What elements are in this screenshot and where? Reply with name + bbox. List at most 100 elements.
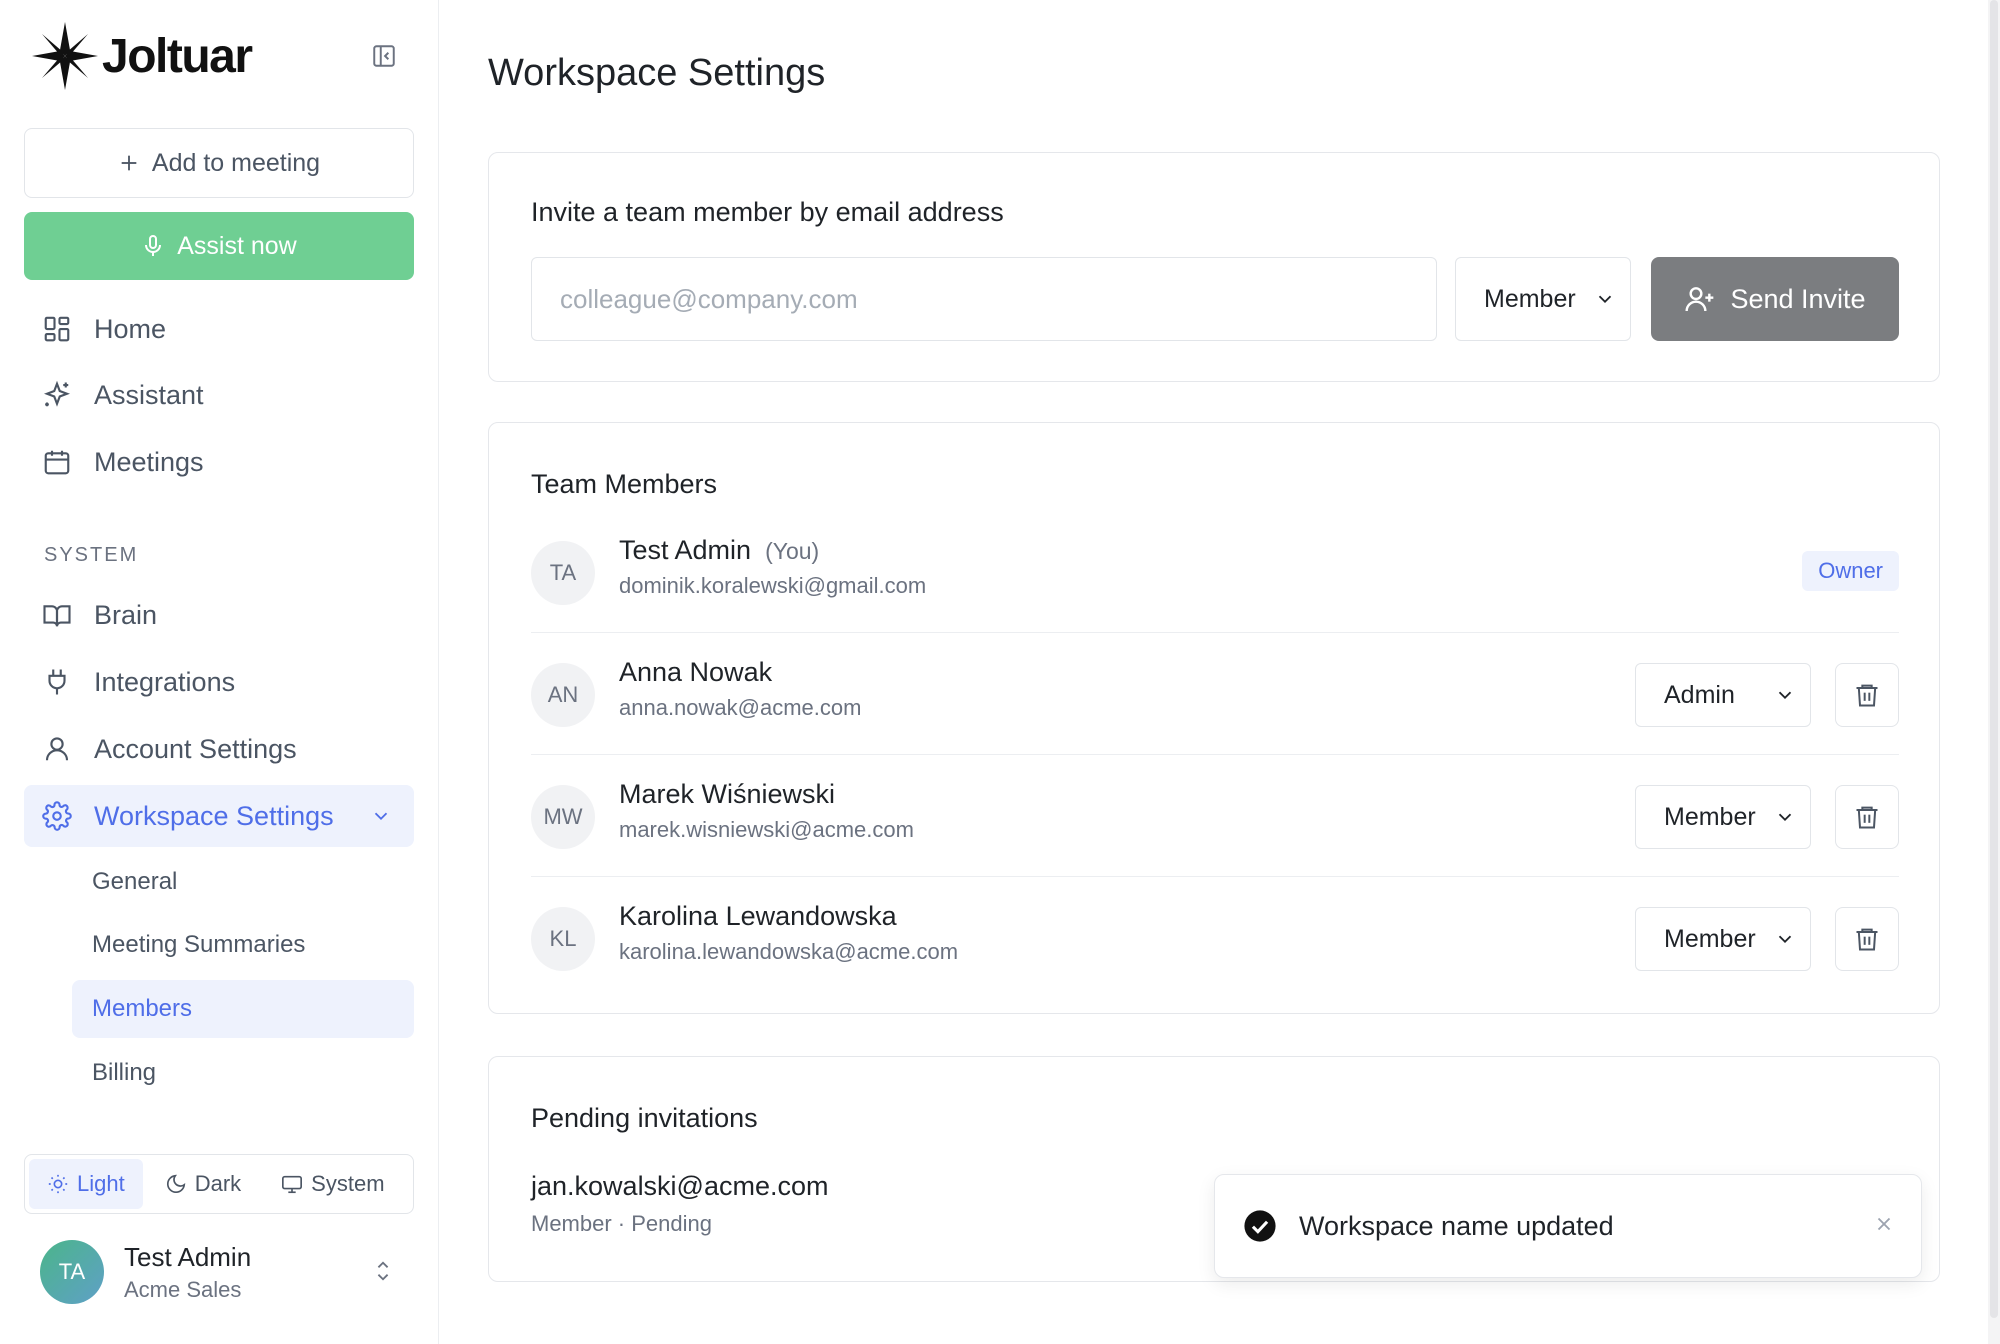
invite-email-input[interactable]	[531, 257, 1437, 341]
team-members-heading: Team Members	[531, 469, 718, 499]
member-role-select[interactable]: Admin	[1635, 663, 1811, 727]
send-invite-button[interactable]: Send Invite	[1651, 257, 1899, 341]
invite-card: Invite a team member by email address Me…	[488, 152, 1940, 382]
member-avatar: TA	[531, 541, 595, 605]
you-label: (You)	[765, 538, 820, 564]
toast-message: Workspace name updated	[1299, 1210, 1614, 1241]
member-email: dominik.koralewski@gmail.com	[619, 573, 927, 598]
scrollbar-thumb[interactable]	[1990, 0, 1998, 1318]
toast-notification: Workspace name updated	[1214, 1174, 1922, 1278]
chevron-down-icon	[374, 812, 388, 821]
panel-collapse-icon	[373, 45, 395, 67]
microphone-icon	[145, 235, 162, 256]
sidebar-subitem-billing[interactable]: Billing	[72, 1044, 414, 1102]
member-name: Test Admin (You)	[619, 535, 819, 566]
table-row: MW Marek Wiśniewski marek.wisniewski@acm…	[531, 755, 1899, 877]
remove-member-button[interactable]	[1835, 785, 1899, 849]
check-circle-icon	[1244, 1210, 1276, 1242]
trash-icon	[1856, 684, 1878, 707]
moon-icon	[166, 1174, 185, 1194]
sidebar-item-account-settings[interactable]: Account Settings	[24, 718, 414, 780]
chevron-down-icon	[1778, 935, 1792, 944]
page-scrollbar[interactable]	[1988, 0, 2000, 1344]
assist-now-button[interactable]: Assist now	[24, 212, 414, 280]
member-avatar: KL	[531, 907, 595, 971]
sidebar-item-home[interactable]: Home	[24, 298, 414, 360]
theme-system-label: System	[311, 1171, 385, 1196]
chevron-down-icon	[1778, 691, 1792, 700]
grid-icon	[44, 316, 70, 342]
invite-role-value: Member	[1484, 284, 1576, 313]
theme-dark-button[interactable]: Dark	[147, 1159, 259, 1209]
sidebar-subitem-general[interactable]: General	[72, 853, 414, 911]
member-name-text: Test Admin	[619, 535, 752, 565]
sidebar-item-brain[interactable]: Brain	[24, 584, 414, 646]
team-members-card: Team Members TA Test Admin (You) dominik.…	[488, 422, 1940, 1014]
section-label-system: SYSTEM	[44, 544, 139, 566]
sidebar-item-label: Brain	[94, 599, 158, 630]
sidebar-item-assistant[interactable]: Assistant	[24, 364, 414, 426]
book-icon	[43, 605, 71, 627]
user-org: Acme Sales	[124, 1276, 242, 1302]
remove-member-button[interactable]	[1835, 907, 1899, 971]
sparkles-icon	[44, 380, 70, 407]
member-role-select[interactable]: Member	[1635, 907, 1811, 971]
member-role-value: Member	[1664, 924, 1756, 953]
sidebar-item-label: Workspace Settings	[94, 800, 334, 831]
member-name: Marek Wiśniewski	[619, 779, 836, 809]
member-email: karolina.lewandowska@acme.com	[619, 939, 959, 964]
member-avatar: AN	[531, 663, 595, 727]
sun-icon	[48, 1174, 68, 1194]
member-role-value: Member	[1664, 802, 1756, 831]
trash-icon	[1856, 928, 1878, 951]
monitor-icon	[282, 1175, 303, 1194]
user-icon	[45, 737, 69, 761]
user-menu[interactable]: TA Test Admin Acme Sales	[24, 1230, 414, 1314]
logo-mark-icon	[32, 22, 98, 90]
brand-logo[interactable]: Joltuar	[30, 20, 253, 92]
close-icon[interactable]	[1873, 1213, 1895, 1235]
remove-member-button[interactable]	[1835, 663, 1899, 727]
sidebar-item-meetings[interactable]: Meetings	[24, 431, 414, 493]
theme-dark-label: Dark	[194, 1171, 242, 1196]
pending-invitations-heading: Pending invitations	[531, 1103, 758, 1133]
plug-icon	[48, 669, 66, 695]
assist-now-label: Assist now	[177, 231, 297, 260]
sidebar-item-integrations[interactable]: Integrations	[24, 651, 414, 713]
theme-switcher: Light Dark System	[24, 1154, 414, 1214]
sidebar-subitem-meeting-summaries[interactable]: Meeting Summaries	[72, 916, 414, 974]
sidebar-item-label: Meetings	[94, 446, 204, 477]
sidebar-item-label: Account Settings	[94, 733, 297, 764]
brand-name: Joltuar	[102, 29, 253, 83]
member-role-select[interactable]: Member	[1635, 785, 1811, 849]
theme-light-button[interactable]: Light	[29, 1159, 143, 1209]
user-plus-icon	[1685, 287, 1714, 312]
invite-role-select[interactable]: Member	[1455, 257, 1631, 341]
calendar-icon	[44, 450, 70, 475]
add-to-meeting-button[interactable]: Add to meeting	[24, 128, 414, 198]
theme-system-button[interactable]: System	[263, 1159, 402, 1209]
pending-invite-meta: Member · Pending	[531, 1211, 712, 1236]
chevron-down-icon	[1778, 813, 1792, 822]
member-name: Karolina Lewandowska	[619, 901, 897, 931]
invite-heading: Invite a team member by email address	[531, 197, 1004, 227]
theme-light-label: Light	[77, 1171, 125, 1196]
sidebar-item-label: Integrations	[94, 666, 236, 697]
member-email: marek.wisniewski@acme.com	[619, 817, 914, 842]
avatar: TA	[40, 1240, 104, 1304]
sidebar-item-label: Assistant	[94, 379, 204, 410]
pending-invite-email: jan.kowalski@acme.com	[531, 1171, 829, 1201]
member-email: anna.nowak@acme.com	[619, 695, 862, 720]
page-title: Workspace Settings	[488, 52, 826, 94]
table-row: KL Karolina Lewandowska karolina.lewando…	[531, 877, 1899, 999]
member-role-value: Admin	[1664, 680, 1735, 709]
member-avatar: MW	[531, 785, 595, 849]
sidebar-subitem-members[interactable]: Members	[72, 980, 414, 1038]
trash-icon	[1856, 806, 1878, 829]
member-name: Anna Nowak	[619, 657, 773, 687]
table-row: AN Anna Nowak anna.nowak@acme.com Admin	[531, 633, 1899, 755]
chevron-down-icon	[1598, 295, 1612, 304]
sidebar-collapse-button[interactable]	[368, 40, 400, 72]
sidebar-item-workspace-settings[interactable]: Workspace Settings	[24, 785, 414, 847]
sidebar-item-label: Home	[94, 313, 167, 344]
